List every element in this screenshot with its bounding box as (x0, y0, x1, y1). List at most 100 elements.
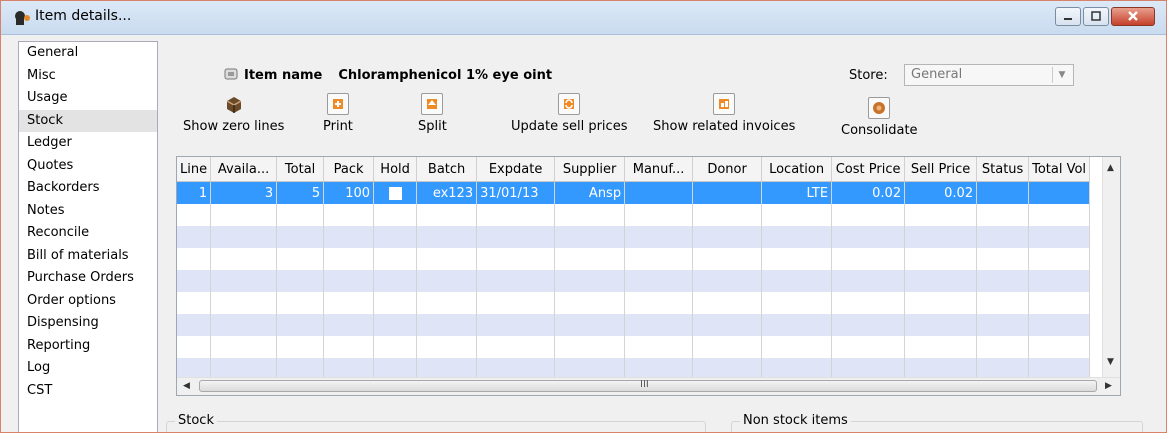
cell-cost-price: 0.02 (831, 181, 906, 204)
split-label: Split (418, 119, 447, 134)
window-title: Item details... (35, 8, 132, 24)
cell-sell-price: 0.02 (904, 181, 978, 204)
empty-row (177, 226, 1091, 248)
sidebar-item-order-options[interactable]: Order options (19, 290, 157, 313)
sidebar-item-backorders[interactable]: Backorders (19, 177, 157, 200)
sidebar-item-reporting[interactable]: Reporting (19, 335, 157, 358)
sidebar-item-reconcile[interactable]: Reconcile (19, 222, 157, 245)
show-related-invoices-button[interactable]: Show related invoices (653, 93, 795, 134)
col-supplier[interactable]: Supplier (554, 157, 626, 182)
col-donor[interactable]: Donor (692, 157, 763, 182)
minimize-icon (1064, 18, 1072, 20)
store-value: General (911, 67, 963, 82)
cell-total: 5 (276, 181, 325, 204)
stock-table[interactable]: Line Availa... Total Pack Hold Batch Exp… (176, 156, 1121, 396)
print-button[interactable]: Print (323, 93, 353, 134)
close-icon (1128, 11, 1138, 21)
col-expdate[interactable]: Expdate (476, 157, 556, 182)
table-header-row: Line Availa... Total Pack Hold Batch Exp… (177, 157, 1091, 182)
col-status[interactable]: Status (976, 157, 1030, 182)
table-row[interactable]: 1 3 5 100 ex123 31/01/13 Ansp LTE 0.02 0… (177, 181, 1091, 204)
vertical-scrollbar[interactable]: ▲ ▼ (1102, 157, 1120, 379)
cell-pack: 100 (323, 181, 375, 204)
col-pack[interactable]: Pack (323, 157, 375, 182)
show-zero-lines-button[interactable]: Show zero lines (183, 93, 284, 134)
empty-row (177, 270, 1091, 292)
title-bar[interactable]: Item details... (1, 1, 1166, 35)
empty-row (177, 336, 1091, 358)
stock-group-label: Stock (175, 413, 217, 428)
scroll-up-icon[interactable]: ▲ (1107, 163, 1114, 173)
cell-available: 3 (210, 181, 278, 204)
sidebar-item-purchase-orders[interactable]: Purchase Orders (19, 267, 157, 290)
sidebar-item-usage[interactable]: Usage (19, 87, 157, 110)
scroll-right-icon[interactable]: ▶ (1105, 381, 1112, 391)
sidebar-item-log[interactable]: Log (19, 357, 157, 380)
split-icon (427, 99, 438, 109)
store-label: Store: (849, 68, 888, 83)
sidebar-item-notes[interactable]: Notes (19, 200, 157, 223)
sidebar-item-stock[interactable]: Stock (19, 109, 157, 132)
chevron-down-icon: ▼ (1052, 67, 1071, 83)
stock-grid: Line Availa... Total Pack Hold Batch Exp… (177, 157, 1091, 395)
item-name-value: Chloramphenicol 1% eye oint (338, 68, 553, 83)
scroll-down-icon[interactable]: ▼ (1107, 357, 1114, 367)
print-label: Print (323, 119, 353, 134)
empty-row (177, 204, 1091, 226)
col-cost-price[interactable]: Cost Price (831, 157, 906, 182)
cell-batch: ex123 (416, 181, 478, 204)
empty-row (177, 248, 1091, 270)
item-icon (224, 68, 238, 80)
maximize-icon (1091, 11, 1101, 21)
col-available[interactable]: Availa... (210, 157, 278, 182)
empty-row (177, 314, 1091, 336)
hold-checkbox[interactable] (388, 186, 402, 200)
sidebar-item-bill-of-materials[interactable]: Bill of materials (19, 245, 157, 268)
show-zero-lines-label: Show zero lines (183, 119, 285, 134)
scroll-thumb[interactable]: III (199, 379, 1097, 392)
sidebar-item-dispensing[interactable]: Dispensing (19, 312, 157, 335)
update-sell-prices-label: Update sell prices (511, 119, 628, 134)
cell-donor (692, 181, 763, 204)
col-manufacturer[interactable]: Manuf... (624, 157, 694, 182)
horizontal-scrollbar[interactable]: ◀ III ▶ (177, 377, 1120, 395)
cell-hold (373, 181, 418, 204)
maximize-button[interactable] (1083, 7, 1109, 26)
show-related-invoices-label: Show related invoices (653, 119, 796, 134)
store-select[interactable]: General ▼ (904, 64, 1074, 86)
cell-total-vol (1028, 181, 1091, 204)
sidebar-item-general[interactable]: General (19, 42, 157, 65)
col-location[interactable]: Location (761, 157, 833, 182)
consolidate-button[interactable]: Consolidate (841, 93, 918, 138)
col-total-vol[interactable]: Total Vol (1028, 157, 1091, 182)
col-line[interactable]: Line (177, 157, 212, 182)
cell-location: LTE (761, 181, 833, 204)
refresh-icon (564, 99, 575, 109)
update-sell-prices-button[interactable]: Update sell prices (511, 93, 627, 134)
item-name-row: Item name Chloramphenicol 1% eye oint (224, 68, 552, 83)
minimize-button[interactable] (1055, 7, 1081, 26)
sidebar-item-cst[interactable]: CST (19, 380, 157, 403)
consolidate-icon (873, 102, 886, 114)
scroll-grip: III (640, 379, 649, 390)
sidebar-item-misc[interactable]: Misc (19, 65, 157, 88)
empty-row (177, 292, 1091, 314)
cell-line: 1 (177, 181, 212, 204)
consolidate-label: Consolidate (841, 123, 918, 138)
col-total[interactable]: Total (276, 157, 325, 182)
cell-supplier: Ansp (554, 181, 626, 204)
box-icon (226, 97, 242, 113)
col-hold[interactable]: Hold (373, 157, 418, 182)
col-batch[interactable]: Batch (416, 157, 478, 182)
col-sell-price[interactable]: Sell Price (904, 157, 978, 182)
sidebar-item-quotes[interactable]: Quotes (19, 155, 157, 178)
split-button[interactable]: Split (418, 93, 447, 134)
app-icon (15, 11, 30, 25)
print-icon (332, 99, 343, 109)
item-name-label: Item name (244, 68, 323, 83)
scroll-left-icon[interactable]: ◀ (183, 381, 190, 391)
sidebar: General Misc Usage Stock Ledger Quotes B… (18, 41, 158, 432)
cell-status (976, 181, 1030, 204)
sidebar-item-ledger[interactable]: Ledger (19, 132, 157, 155)
close-button[interactable] (1111, 7, 1155, 26)
